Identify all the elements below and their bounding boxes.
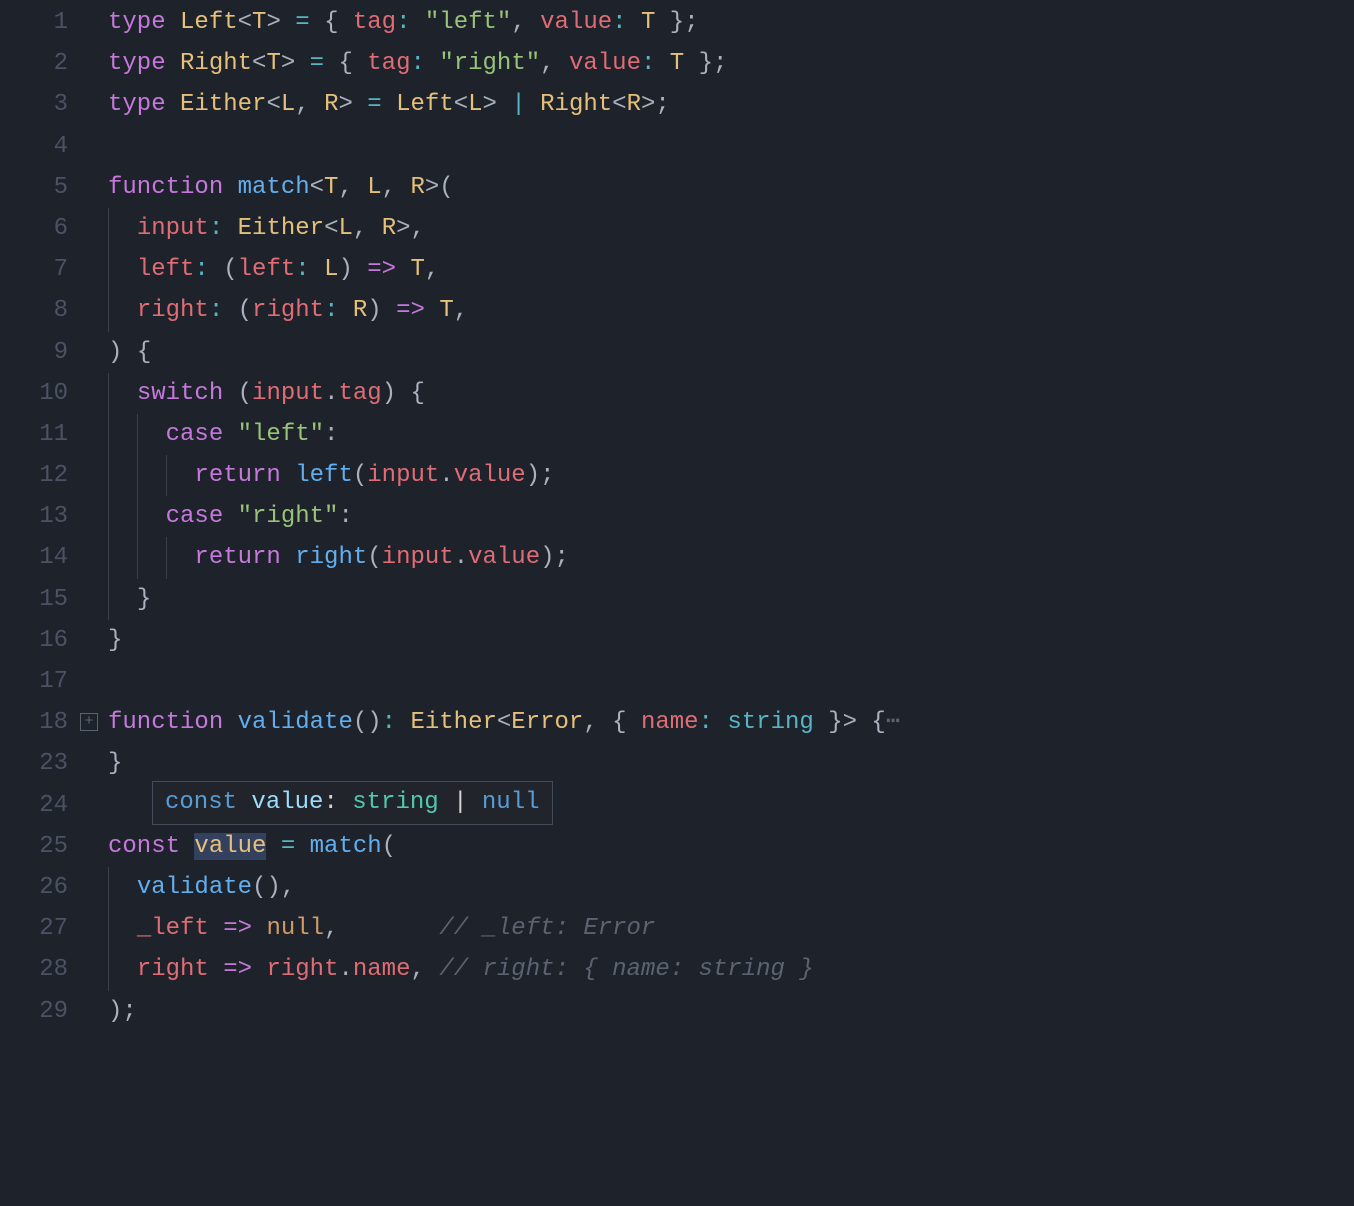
code-line[interactable]: 17 bbox=[0, 661, 1354, 702]
code-line[interactable]: 3 type Either<L, R> = Left<L> | Right<R>… bbox=[0, 84, 1354, 125]
hover-type-tooltip: const value: string | null bbox=[152, 781, 553, 825]
line-number: 8 bbox=[0, 290, 76, 331]
code-line[interactable]: 9 ) { bbox=[0, 332, 1354, 373]
line-number: 2 bbox=[0, 43, 76, 84]
line-number: 15 bbox=[0, 579, 76, 620]
line-number: 29 bbox=[0, 991, 76, 1032]
code-line[interactable]: 10 switch (input.tag) { bbox=[0, 373, 1354, 414]
code-line[interactable]: 6 input: Either<L, R>, bbox=[0, 208, 1354, 249]
code-line[interactable]: 29 ); bbox=[0, 991, 1354, 1032]
code-line[interactable]: 28 right => right.name, // right: { name… bbox=[0, 949, 1354, 990]
line-number: 4 bbox=[0, 126, 76, 167]
code-line[interactable]: 18 + function validate(): Either<Error, … bbox=[0, 702, 1354, 743]
line-number: 1 bbox=[0, 2, 76, 43]
line-number: 13 bbox=[0, 496, 76, 537]
line-number: 10 bbox=[0, 373, 76, 414]
line-number: 27 bbox=[0, 908, 76, 949]
code-line[interactable]: 16 } bbox=[0, 620, 1354, 661]
code-line[interactable]: 15 } bbox=[0, 579, 1354, 620]
fold-ellipsis-icon[interactable]: ⋯ bbox=[886, 709, 900, 736]
line-number: 25 bbox=[0, 826, 76, 867]
line-number: 11 bbox=[0, 414, 76, 455]
line-number: 5 bbox=[0, 167, 76, 208]
line-number: 16 bbox=[0, 620, 76, 661]
code-line[interactable]: 24 const value: string | null bbox=[0, 785, 1354, 826]
code-editor[interactable]: 1 type Left<T> = { tag: "left", value: T… bbox=[0, 2, 1354, 1032]
code-line[interactable]: 11 case "left": bbox=[0, 414, 1354, 455]
code-line[interactable]: 8 right: (right: R) => T, bbox=[0, 290, 1354, 331]
line-number: 7 bbox=[0, 249, 76, 290]
line-number: 18 bbox=[0, 702, 76, 743]
code-line[interactable]: 27 _left => null, // _left: Error bbox=[0, 908, 1354, 949]
line-number: 24 bbox=[0, 785, 76, 826]
code-line[interactable]: 7 left: (left: L) => T, bbox=[0, 249, 1354, 290]
code-line[interactable]: 5 function match<T, L, R>( bbox=[0, 167, 1354, 208]
line-number: 9 bbox=[0, 332, 76, 373]
line-number: 3 bbox=[0, 84, 76, 125]
code-line[interactable]: 14 return right(input.value); bbox=[0, 537, 1354, 578]
code-line[interactable]: 1 type Left<T> = { tag: "left", value: T… bbox=[0, 2, 1354, 43]
line-number: 23 bbox=[0, 743, 76, 784]
code-line[interactable]: 23 } bbox=[0, 743, 1354, 784]
code-line[interactable]: 2 type Right<T> = { tag: "right", value:… bbox=[0, 43, 1354, 84]
code-line[interactable]: 12 return left(input.value); bbox=[0, 455, 1354, 496]
code-line[interactable]: 26 validate(), bbox=[0, 867, 1354, 908]
code-line[interactable]: 4 bbox=[0, 126, 1354, 167]
line-number: 6 bbox=[0, 208, 76, 249]
line-number: 14 bbox=[0, 537, 76, 578]
code-line[interactable]: 25 const value = match( bbox=[0, 826, 1354, 867]
code-line[interactable]: 13 case "right": bbox=[0, 496, 1354, 537]
line-number: 26 bbox=[0, 867, 76, 908]
line-number: 17 bbox=[0, 661, 76, 702]
line-number: 28 bbox=[0, 949, 76, 990]
hovered-identifier[interactable]: value bbox=[194, 833, 266, 860]
line-number: 12 bbox=[0, 455, 76, 496]
